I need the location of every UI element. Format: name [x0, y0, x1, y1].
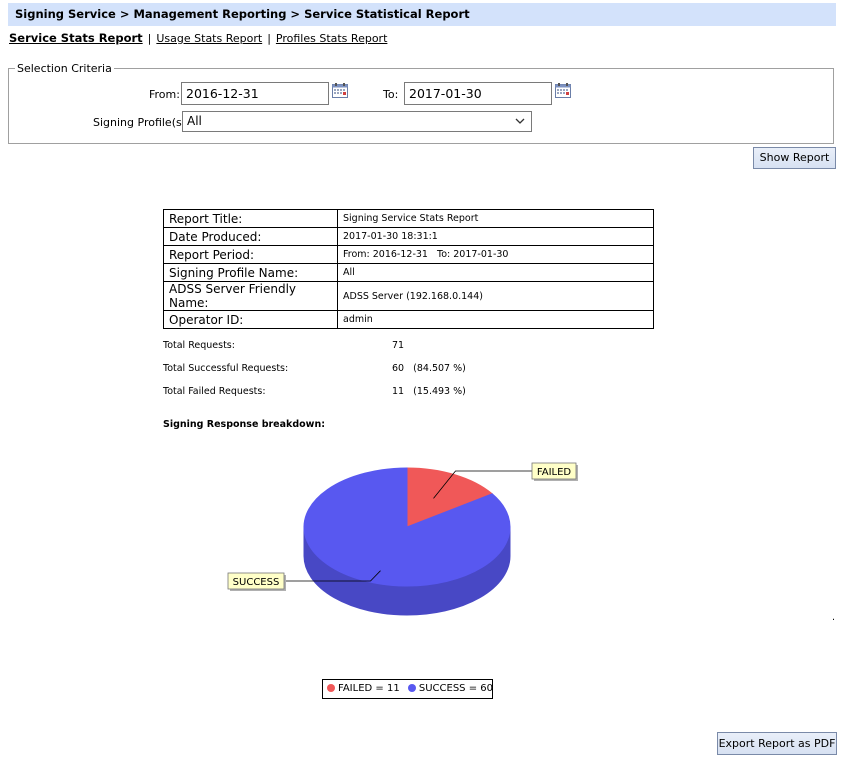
pie-chart: FAILED SUCCESS [227, 462, 578, 616]
legend-item-failed: FAILED = 11 [338, 683, 400, 694]
slice-label-failed: FAILED [537, 467, 572, 478]
legend-swatch-success [407, 684, 416, 692]
slice-label-success: SUCCESS [233, 577, 280, 588]
export-pdf-button[interactable]: Export Report as PDF [717, 732, 837, 755]
legend-swatch-failed [327, 684, 335, 692]
legend-item-success: SUCCESS = 60 [418, 683, 493, 694]
chart-legend: FAILED = 11 SUCCESS = 60 [322, 679, 493, 699]
footer-mark: . [832, 612, 836, 623]
